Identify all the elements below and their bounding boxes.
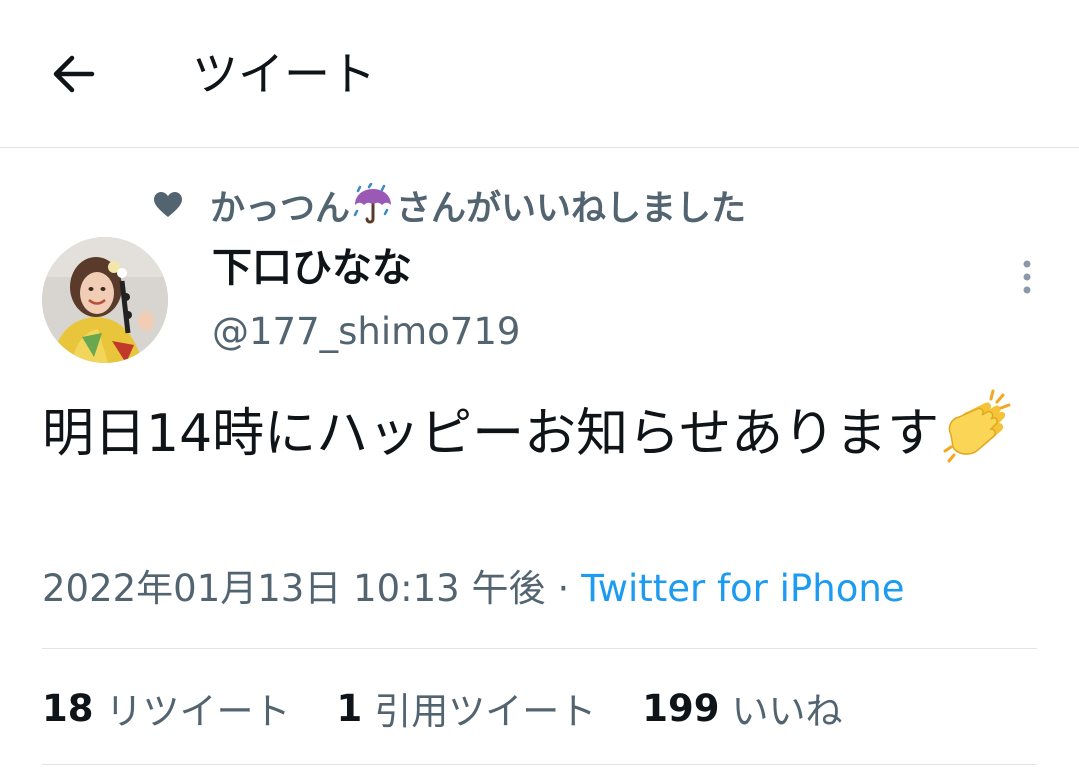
retweets-label: リツイート bbox=[105, 690, 291, 733]
tweet-body: 明日14時にハッピーお知らせあります bbox=[42, 385, 1032, 475]
retweets-stat[interactable]: 18 リツイート bbox=[42, 681, 291, 735]
arrow-left-icon bbox=[53, 55, 95, 93]
umbrella-with-rain-icon bbox=[351, 183, 395, 227]
clapping-hands-icon bbox=[939, 385, 1019, 465]
divider bbox=[42, 764, 1037, 765]
author-display-name[interactable]: 下口ひなな bbox=[212, 240, 412, 296]
author-handle[interactable]: @177_shimo719 bbox=[212, 305, 520, 359]
quote-tweets-count: 1 bbox=[336, 686, 363, 730]
tweet-date: 2022年01月13日 bbox=[42, 567, 342, 610]
more-options-button[interactable] bbox=[1005, 255, 1049, 299]
social-context[interactable]: かっつん さんがいいねしました bbox=[152, 180, 746, 230]
likes-stat[interactable]: 199 いいね bbox=[642, 681, 842, 735]
tweet-source-link[interactable]: Twitter for iPhone bbox=[581, 567, 904, 610]
tweet-meta: 2022年01月13日 10:13 午後 · Twitter for iPhone bbox=[42, 562, 905, 616]
quote-tweets-label: 引用ツイート bbox=[374, 690, 597, 733]
tweet-time: 10:13 午後 bbox=[353, 567, 546, 610]
heart-icon bbox=[152, 189, 184, 221]
retweets-count: 18 bbox=[42, 686, 94, 730]
back-button[interactable] bbox=[44, 44, 104, 104]
likes-count: 199 bbox=[642, 686, 720, 730]
divider bbox=[42, 648, 1037, 649]
likes-label: いいね bbox=[731, 690, 843, 733]
top-bar: ツイート bbox=[0, 0, 1079, 148]
vertical-ellipsis-icon bbox=[1023, 260, 1031, 294]
liker-name: かっつん bbox=[210, 188, 351, 229]
meta-separator: · bbox=[557, 567, 570, 610]
tweet-text: 明日14時にハッピーお知らせあります bbox=[42, 404, 940, 464]
liked-suffix: さんがいいねしました bbox=[396, 188, 747, 229]
avatar[interactable] bbox=[42, 237, 168, 363]
page-title: ツイート bbox=[192, 47, 376, 101]
tweet-stats: 18 リツイート 1 引用ツイート 199 いいね bbox=[42, 680, 888, 736]
quote-tweets-stat[interactable]: 1 引用ツイート bbox=[337, 681, 597, 735]
